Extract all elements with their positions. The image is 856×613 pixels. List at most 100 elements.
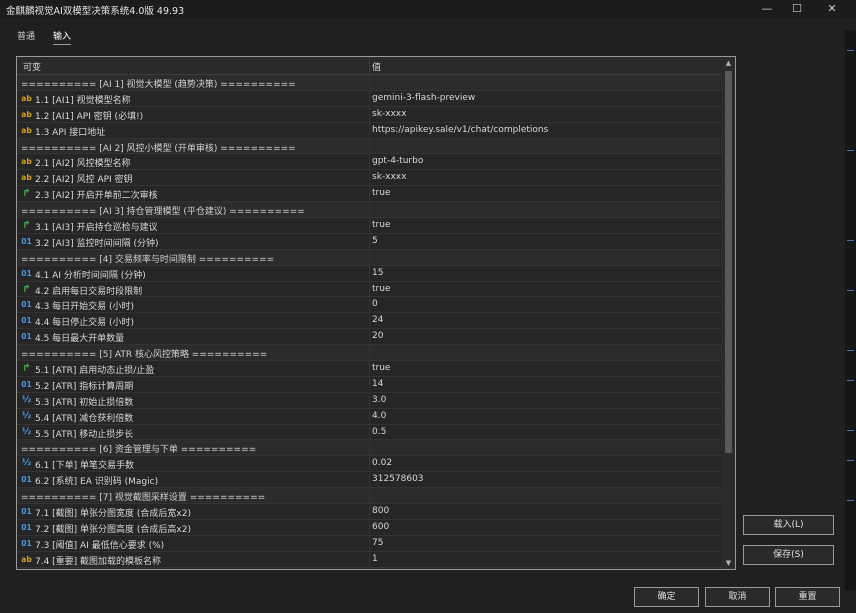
- parameter-value[interactable]: true: [372, 188, 390, 198]
- parameter-name: 1.1 [AI1] 视觉模型名称: [35, 95, 131, 106]
- cell-divider: [369, 392, 370, 408]
- parameter-value[interactable]: 1: [372, 554, 378, 564]
- parameter-name: 4.1 AI 分析时间间隔 (分钟): [35, 270, 146, 281]
- parameter-value[interactable]: 800: [372, 506, 389, 516]
- cell-divider: [369, 313, 370, 329]
- parameter-value[interactable]: 312578603: [372, 474, 424, 484]
- parameter-value[interactable]: true: [372, 284, 390, 294]
- cell-divider: [369, 535, 370, 551]
- section-title: ========== [5] ATR 核心风控策略 ==========: [21, 350, 268, 361]
- parameter-value[interactable]: 15: [372, 268, 383, 278]
- table-row[interactable]: ab 2.2 [AI2] 风控 API 密钥 sk-xxxx: [17, 170, 722, 187]
- table-row[interactable]: 01 7.3 [阈值] AI 最低信心要求 (%) 75: [17, 535, 722, 552]
- scroll-up-icon[interactable]: ▲: [722, 57, 735, 69]
- column-header-value[interactable]: 值: [372, 60, 381, 73]
- column-header-variable[interactable]: 可变: [23, 60, 41, 73]
- section-header-row: ========== [5] ATR 核心风控策略 ==========: [17, 345, 722, 362]
- table-row[interactable]: ab 1.2 [AI1] API 密钥 (必填!) sk-xxxx: [17, 106, 722, 123]
- parameter-value[interactable]: gemini-3-flash-preview: [372, 93, 475, 103]
- parameter-value[interactable]: 14: [372, 379, 383, 389]
- vertical-scrollbar[interactable]: ▲ ▼: [722, 57, 735, 569]
- tab-inputs[interactable]: 输入: [53, 29, 72, 45]
- parameter-value[interactable]: 4.0: [372, 411, 386, 421]
- parameter-value[interactable]: 24: [372, 315, 383, 325]
- integer-type-icon: 01: [21, 379, 32, 389]
- table-row[interactable]: ½ 5.4 [ATR] 减仓获利倍数 4.0: [17, 408, 722, 425]
- cell-divider: [369, 122, 370, 138]
- table-row[interactable]: ab 7.4 [重要] 截图加载的模板名称 1: [17, 551, 722, 568]
- minimize-icon[interactable]: —: [750, 0, 784, 18]
- scroll-down-icon[interactable]: ▼: [722, 557, 735, 569]
- table-row[interactable]: ↱ 2.3 [AI2] 开启开单前二次审核 true: [17, 186, 722, 203]
- integer-type-icon: 01: [21, 268, 32, 278]
- cell-divider: [369, 440, 370, 456]
- table-row[interactable]: ↱ 4.2 启用每日交易时段限制 true: [17, 281, 722, 298]
- table-row[interactable]: 01 6.2 [系统] EA 识别码 (Magic) 312578603: [17, 472, 722, 489]
- reset-button[interactable]: 重置: [775, 587, 840, 607]
- ok-button[interactable]: 确定: [634, 587, 699, 607]
- parameter-value[interactable]: 0: [372, 299, 378, 309]
- parameter-value[interactable]: true: [372, 220, 390, 230]
- table-row[interactable]: ½ 5.3 [ATR] 初始止损倍数 3.0: [17, 392, 722, 409]
- table-row[interactable]: 01 5.2 [ATR] 指标计算周期 14: [17, 376, 722, 393]
- cell-divider: [369, 329, 370, 345]
- inputs-table: 可变 值 ========== [AI 1] 视觉大模型 (趋势决策) ====…: [16, 56, 736, 570]
- integer-type-icon: 01: [21, 507, 32, 517]
- table-body: ========== [AI 1] 视觉大模型 (趋势决策) =========…: [17, 75, 722, 568]
- parameter-value[interactable]: 3.0: [372, 395, 386, 405]
- parameter-name: 5.3 [ATR] 初始止损倍数: [35, 397, 134, 408]
- parameter-name: 5.5 [ATR] 移动止损步长: [35, 429, 134, 440]
- parameter-value[interactable]: 0.5: [372, 427, 386, 437]
- cell-divider: [369, 265, 370, 281]
- parameter-value[interactable]: https://apikey.sale/v1/chat/completions: [372, 125, 548, 135]
- cell-divider: [369, 75, 370, 90]
- parameter-name: 7.1 [截图] 单张分图宽度 (合成后宽x2): [35, 509, 191, 520]
- parameter-name: 1.3 API 接口地址: [35, 127, 106, 138]
- double-type-icon: ½: [21, 394, 32, 405]
- integer-type-icon: 01: [21, 300, 32, 310]
- table-row[interactable]: ab 1.1 [AI1] 视觉模型名称 gemini-3-flash-preview: [17, 90, 722, 107]
- parameter-value[interactable]: 75: [372, 538, 383, 548]
- table-row[interactable]: ↱ 5.1 [ATR] 启用动态止损/止盈 true: [17, 361, 722, 377]
- table-row[interactable]: 01 7.2 [截图] 单张分图高度 (合成后高x2) 600: [17, 519, 722, 536]
- parameter-value[interactable]: 0.02: [372, 458, 392, 468]
- title-bar: 金麒麟视觉AI双模型决策系统4.0版 49.93 — ☐ ✕: [0, 0, 856, 18]
- table-row[interactable]: ½ 6.1 [下单] 单笔交易手数 0.02: [17, 456, 722, 473]
- parameter-name: 4.5 每日最大开单数量: [35, 334, 125, 345]
- tab-general[interactable]: 普通: [17, 29, 35, 42]
- parameter-value[interactable]: 20: [372, 331, 383, 341]
- column-divider[interactable]: [369, 57, 370, 74]
- cancel-button[interactable]: 取消: [705, 587, 770, 607]
- cell-divider: [369, 376, 370, 392]
- bool-type-icon: ↱: [22, 220, 31, 232]
- section-header-row: ========== [AI 1] 视觉大模型 (趋势决策) =========…: [17, 75, 722, 91]
- parameter-value[interactable]: gpt-4-turbo: [372, 156, 423, 166]
- table-row[interactable]: ab 1.3 API 接口地址 https://apikey.sale/v1/cha…: [17, 122, 722, 139]
- table-row[interactable]: 01 4.4 每日停止交易 (小时) 24: [17, 313, 722, 330]
- maximize-icon[interactable]: ☐: [780, 0, 814, 18]
- cell-divider: [369, 424, 370, 440]
- bool-type-icon: ↱: [22, 283, 31, 295]
- close-icon[interactable]: ✕: [815, 0, 849, 18]
- table-row[interactable]: 01 4.5 每日最大开单数量 20: [17, 329, 722, 346]
- cell-divider: [369, 408, 370, 424]
- parameter-value[interactable]: sk-xxxx: [372, 172, 406, 182]
- table-row[interactable]: 01 3.2 [AI3] 监控时间间隔 (分钟) 5: [17, 233, 722, 250]
- load-button[interactable]: 载入(L): [743, 515, 834, 535]
- parameter-value[interactable]: true: [372, 363, 390, 373]
- bool-type-icon: ↱: [22, 188, 31, 200]
- table-row[interactable]: ab 2.1 [AI2] 风控模型名称 gpt-4-turbo: [17, 154, 722, 171]
- parameter-value[interactable]: sk-xxxx: [372, 109, 406, 119]
- scrollbar-thumb[interactable]: [725, 71, 732, 453]
- table-row[interactable]: ↱ 3.1 [AI3] 开启持仓巡检与建议 true: [17, 218, 722, 234]
- cell-divider: [369, 249, 370, 265]
- table-row[interactable]: 01 7.1 [截图] 单张分图宽度 (合成后宽x2) 800: [17, 504, 722, 520]
- double-type-icon: ½: [21, 458, 32, 469]
- table-row[interactable]: 01 4.1 AI 分析时间间隔 (分钟) 15: [17, 265, 722, 282]
- parameter-value[interactable]: 5: [372, 236, 378, 246]
- save-button[interactable]: 保存(S): [743, 545, 834, 565]
- section-title: ========== [4] 交易频率与时间限制 ==========: [21, 254, 275, 265]
- table-row[interactable]: 01 4.3 每日开始交易 (小时) 0: [17, 297, 722, 314]
- table-row[interactable]: ½ 5.5 [ATR] 移动止损步长 0.5: [17, 424, 722, 441]
- parameter-value[interactable]: 600: [372, 522, 389, 532]
